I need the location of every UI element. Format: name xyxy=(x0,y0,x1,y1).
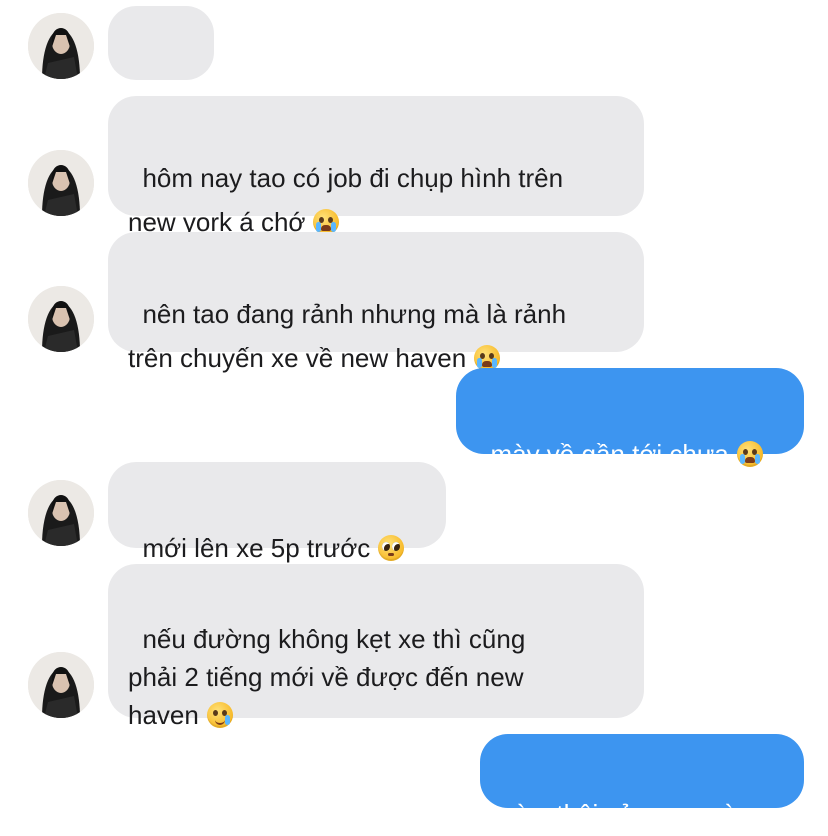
message-bubble-incoming[interactable]: nếu đường không kẹt xe thì cũng phải 2 t… xyxy=(108,564,644,730)
message-bubble-incoming[interactable]: nên tao đang rảnh nhưng mà là rảnh trên … xyxy=(108,232,644,373)
message-text: hôm nay tao có job đi chụp hình trên new… xyxy=(128,163,564,237)
message-bubble-outgoing[interactable]: à z thôi cảm ơn mày... xyxy=(480,734,804,829)
sender-avatar[interactable] xyxy=(28,13,94,79)
sender-avatar[interactable] xyxy=(28,652,94,718)
sender-avatar[interactable] xyxy=(28,480,94,546)
message-bubble-outgoing[interactable]: mày về gần tới chưa xyxy=(456,368,804,469)
smiling-face-with-tear-icon xyxy=(206,702,233,728)
message-text: mày về gần tới chưa xyxy=(490,439,729,469)
pleading-face-icon xyxy=(378,535,405,561)
message-bubble-incoming[interactable]: huhu xyxy=(108,6,214,147)
sender-avatar[interactable] xyxy=(28,286,94,352)
message-bubble-incoming[interactable]: hôm nay tao có job đi chụp hình trên new… xyxy=(108,96,644,237)
sender-avatar[interactable] xyxy=(28,150,94,216)
message-text: nếu đường không kẹt xe thì cũng phải 2 t… xyxy=(128,624,526,730)
message-text: mới lên xe 5p trước xyxy=(142,533,371,563)
message-bubble-incoming[interactable]: mới lên xe 5p trước xyxy=(108,462,446,563)
message-text: nên tao đang rảnh nhưng mà là rảnh trên … xyxy=(128,299,567,373)
loudly-crying-face-icon xyxy=(736,441,763,467)
message-text: à z thôi cảm ơn mày... xyxy=(514,799,770,829)
